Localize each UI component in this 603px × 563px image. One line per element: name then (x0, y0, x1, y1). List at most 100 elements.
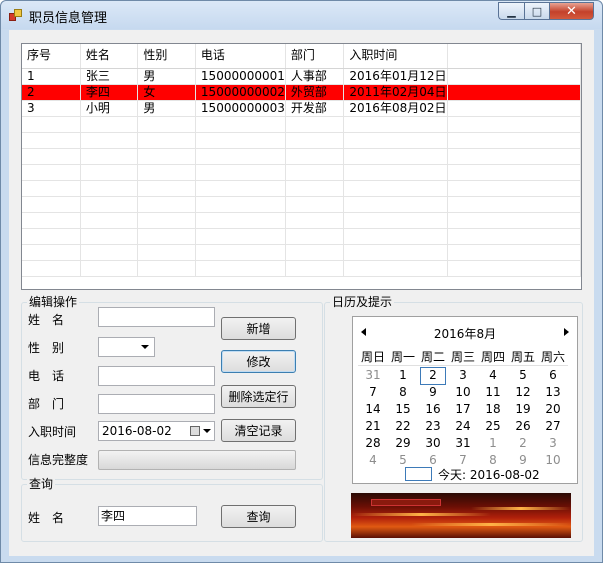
table-cell[interactable]: 女 (137, 84, 196, 101)
calendar-day[interactable]: 7 (358, 384, 388, 401)
table-cell[interactable]: 开发部 (285, 100, 345, 117)
phone-input[interactable] (98, 366, 215, 386)
gender-select[interactable] (98, 337, 155, 357)
calendar-day[interactable]: 11 (478, 384, 508, 401)
table-cell[interactable]: 2 (22, 84, 81, 101)
calendar-day[interactable]: 5 (508, 367, 538, 384)
next-month-icon[interactable] (564, 328, 569, 336)
column-header[interactable]: 性别 (137, 44, 196, 69)
calendar-day[interactable]: 10 (538, 452, 568, 469)
column-header[interactable]: 入职时间 (343, 44, 448, 69)
empty-cell (343, 148, 448, 165)
calendar-day[interactable]: 27 (538, 418, 568, 435)
calendar-day[interactable]: 8 (388, 384, 418, 401)
column-header[interactable]: 姓名 (80, 44, 139, 69)
empty-cell (343, 116, 448, 133)
table-cell[interactable]: 人事部 (285, 68, 345, 85)
calendar-day[interactable]: 12 (508, 384, 538, 401)
table-cell[interactable]: 2016年01月12日 (343, 68, 448, 85)
calendar-day[interactable]: 4 (358, 452, 388, 469)
delete-selected-button[interactable]: 删除选定行 (221, 385, 296, 408)
empty-cell (137, 148, 196, 165)
table-row[interactable]: 1 张三男 15000000001 人事部 2016年01月12日 (22, 68, 581, 85)
calendar-day[interactable]: 26 (508, 418, 538, 435)
employee-grid[interactable]: 序号 姓名 性别 电话 部门 入职时间 1 张三男 15000000001 人事部 2016年01… (21, 43, 582, 290)
calendar-day[interactable]: 31 (358, 367, 388, 384)
calendar-today[interactable]: 今天: 2016-08-02 (405, 466, 540, 482)
minimize-button[interactable]: ▁ (498, 2, 524, 20)
calendar-day[interactable]: 9 (418, 384, 448, 401)
empty-row (22, 260, 581, 277)
hire-date-picker[interactable]: 2016-08-02 (98, 421, 215, 441)
calendar-day[interactable]: 2 (508, 435, 538, 452)
calendar-day[interactable]: 6 (538, 367, 568, 384)
calendar-day[interactable]: 29 (388, 435, 418, 452)
calendar-day[interactable]: 1 (388, 367, 418, 384)
name-label: 姓 名 (28, 313, 65, 327)
calendar-group-title: 日历及提示 (330, 295, 395, 309)
calendar-day[interactable]: 4 (478, 367, 508, 384)
table-cell[interactable]: 外贸部 (285, 84, 345, 101)
calendar-day[interactable]: 25 (478, 418, 508, 435)
modify-button[interactable]: 修改 (221, 350, 296, 373)
table-cell[interactable]: 3 (22, 100, 81, 117)
title-bar[interactable]: 职员信息管理 ▁ □ ✕ (1, 1, 602, 29)
calendar-day[interactable]: 31 (448, 435, 478, 452)
calendar-day[interactable]: 20 (538, 401, 568, 418)
table-cell[interactable]: 15000000003 (195, 100, 286, 117)
employee-table: 序号 姓名 性别 电话 部门 入职时间 1 张三男 15000000001 人事部 2016年01… (22, 44, 581, 277)
table-cell[interactable]: 2011年02月04日 (343, 84, 448, 101)
calendar-day[interactable]: 21 (358, 418, 388, 435)
empty-row (22, 148, 581, 165)
table-cell[interactable]: 15000000002 (195, 84, 286, 101)
empty-row (22, 164, 581, 181)
calendar-day[interactable]: 19 (508, 401, 538, 418)
calendar-day[interactable]: 23 (418, 418, 448, 435)
maximize-button[interactable]: □ (524, 2, 549, 20)
table-cell[interactable]: 男 (137, 68, 196, 85)
calendar-weekdays: 周日 周一 周二 周三 周四 周五 周六 (358, 349, 568, 366)
calendar-day[interactable]: 22 (388, 418, 418, 435)
table-cell[interactable]: 男 (137, 100, 196, 117)
table-cell[interactable]: 2016年08月02日 (343, 100, 448, 117)
empty-cell (285, 244, 345, 261)
calendar-day[interactable]: 10 (448, 384, 478, 401)
close-button[interactable]: ✕ (549, 2, 594, 20)
calendar-day[interactable]: 3 (448, 367, 478, 384)
calendar-month-title[interactable]: 2016年8月 (353, 325, 577, 342)
query-button[interactable]: 查询 (221, 505, 296, 528)
column-header[interactable]: 部门 (285, 44, 345, 69)
dept-input[interactable] (98, 394, 215, 414)
column-header[interactable]: 电话 (195, 44, 286, 69)
clear-records-button[interactable]: 清空记录 (221, 419, 296, 442)
empty-cell (22, 148, 81, 165)
calendar-day[interactable]: 14 (358, 401, 388, 418)
weekday-label: 周一 (390, 350, 415, 364)
table-row[interactable]: 3 小明男 15000000003 开发部 2016年08月02日 (22, 100, 581, 117)
table-cell[interactable]: 小明 (80, 100, 139, 117)
name-input[interactable] (98, 307, 215, 327)
table-cell[interactable]: 15000000001 (195, 68, 286, 85)
table-cell[interactable]: 张三 (80, 68, 139, 85)
month-calendar[interactable]: 2016年8月 周日 周一 周二 周三 周四 周五 周六 31 1 2 3 4 5 6 7 8 9 10 11 12… (352, 316, 578, 484)
calendar-day[interactable]: 13 (538, 384, 568, 401)
empty-cell (285, 116, 345, 133)
calendar-day[interactable]: 2 (418, 367, 448, 385)
weekday-label: 周日 (360, 350, 385, 364)
calendar-day[interactable]: 15 (388, 401, 418, 418)
calendar-day[interactable]: 1 (478, 435, 508, 452)
column-header[interactable]: 序号 (22, 44, 81, 69)
calendar-day[interactable]: 24 (448, 418, 478, 435)
query-name-input[interactable]: 李四 (98, 506, 197, 526)
calendar-day[interactable]: 30 (418, 435, 448, 452)
calendar-day[interactable]: 3 (538, 435, 568, 452)
table-cell[interactable]: 李四 (80, 84, 139, 101)
completeness-label: 信息完整度 (28, 453, 89, 467)
calendar-day[interactable]: 17 (448, 401, 478, 418)
add-button[interactable]: 新增 (221, 317, 296, 340)
table-row[interactable]: 2 李四女 15000000002 外贸部 2011年02月04日 (22, 84, 581, 101)
calendar-day[interactable]: 18 (478, 401, 508, 418)
calendar-day[interactable]: 28 (358, 435, 388, 452)
table-cell[interactable]: 1 (22, 68, 81, 85)
calendar-day[interactable]: 16 (418, 401, 448, 418)
